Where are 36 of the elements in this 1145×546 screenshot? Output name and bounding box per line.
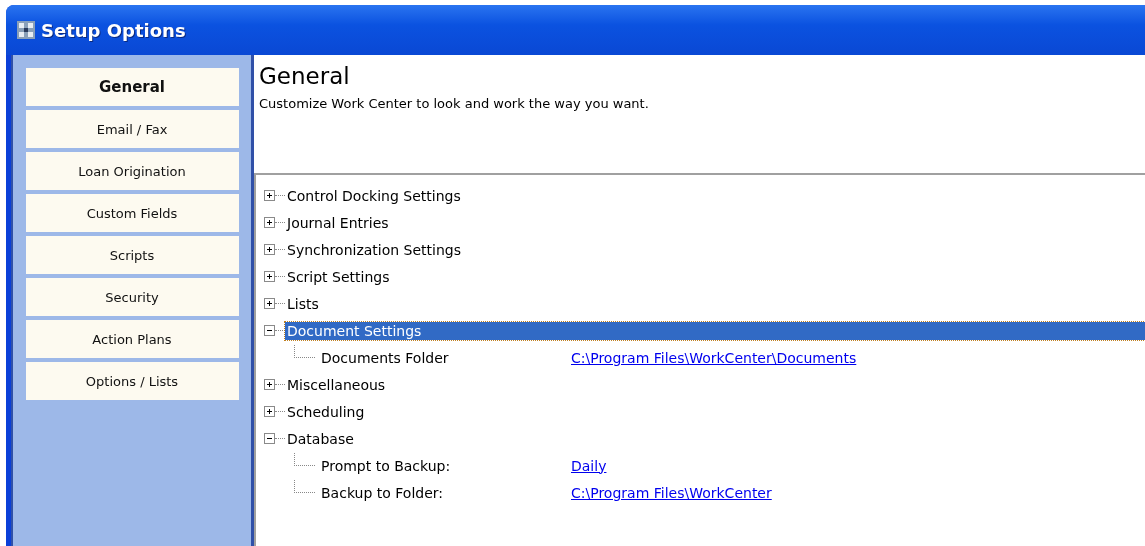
sidebar-item[interactable]: Security xyxy=(25,278,239,316)
tree-item[interactable]: Lists xyxy=(285,294,321,313)
setting-value-link[interactable]: Daily xyxy=(571,457,607,474)
setting-value-link[interactable]: C:\Program Files\WorkCenter\Documents xyxy=(571,349,857,366)
sidebar-item[interactable]: Loan Origination xyxy=(25,152,239,190)
expand-icon[interactable] xyxy=(264,244,275,255)
window-title: Setup Options xyxy=(41,19,186,41)
page-heading: General xyxy=(259,63,351,89)
setting-value-link[interactable]: C:\Program Files\WorkCenter xyxy=(571,484,772,501)
expand-icon[interactable] xyxy=(264,379,275,390)
expand-icon[interactable] xyxy=(264,271,275,282)
tree-item[interactable]: Journal Entries xyxy=(285,213,391,232)
setting-label: Documents Folder xyxy=(320,349,450,366)
sidebar-item[interactable]: Email / Fax xyxy=(25,110,239,148)
collapse-icon[interactable] xyxy=(264,325,275,336)
page-description: Customize Work Center to look and work the way you want. xyxy=(259,96,650,111)
tree-item[interactable]: Synchronization Settings xyxy=(285,240,463,259)
tree-item[interactable]: Document Settings xyxy=(285,321,1145,340)
sidebar-item[interactable]: Options / Lists xyxy=(25,362,239,400)
sidebar-item[interactable]: Custom Fields xyxy=(25,194,239,232)
expand-icon[interactable] xyxy=(264,190,275,201)
app-icon xyxy=(17,21,35,39)
setting-label: Backup to Folder: xyxy=(320,484,444,501)
tree-item[interactable]: Database xyxy=(285,429,356,448)
collapse-icon[interactable] xyxy=(264,433,275,444)
tree-item[interactable]: Control Docking Settings xyxy=(285,186,463,205)
sidebar-item[interactable]: Scripts xyxy=(25,236,239,274)
sidebar-item[interactable]: Action Plans xyxy=(25,320,239,358)
tree-item[interactable]: Script Settings xyxy=(285,267,392,286)
tree-item[interactable]: Miscellaneous xyxy=(285,375,388,394)
sidebar-item[interactable]: General xyxy=(25,68,239,106)
setting-label: Prompt to Backup: xyxy=(320,457,452,474)
expand-icon[interactable] xyxy=(264,406,275,417)
expand-icon[interactable] xyxy=(264,298,275,309)
expand-icon[interactable] xyxy=(264,217,275,228)
tree-item[interactable]: Scheduling xyxy=(285,402,367,421)
